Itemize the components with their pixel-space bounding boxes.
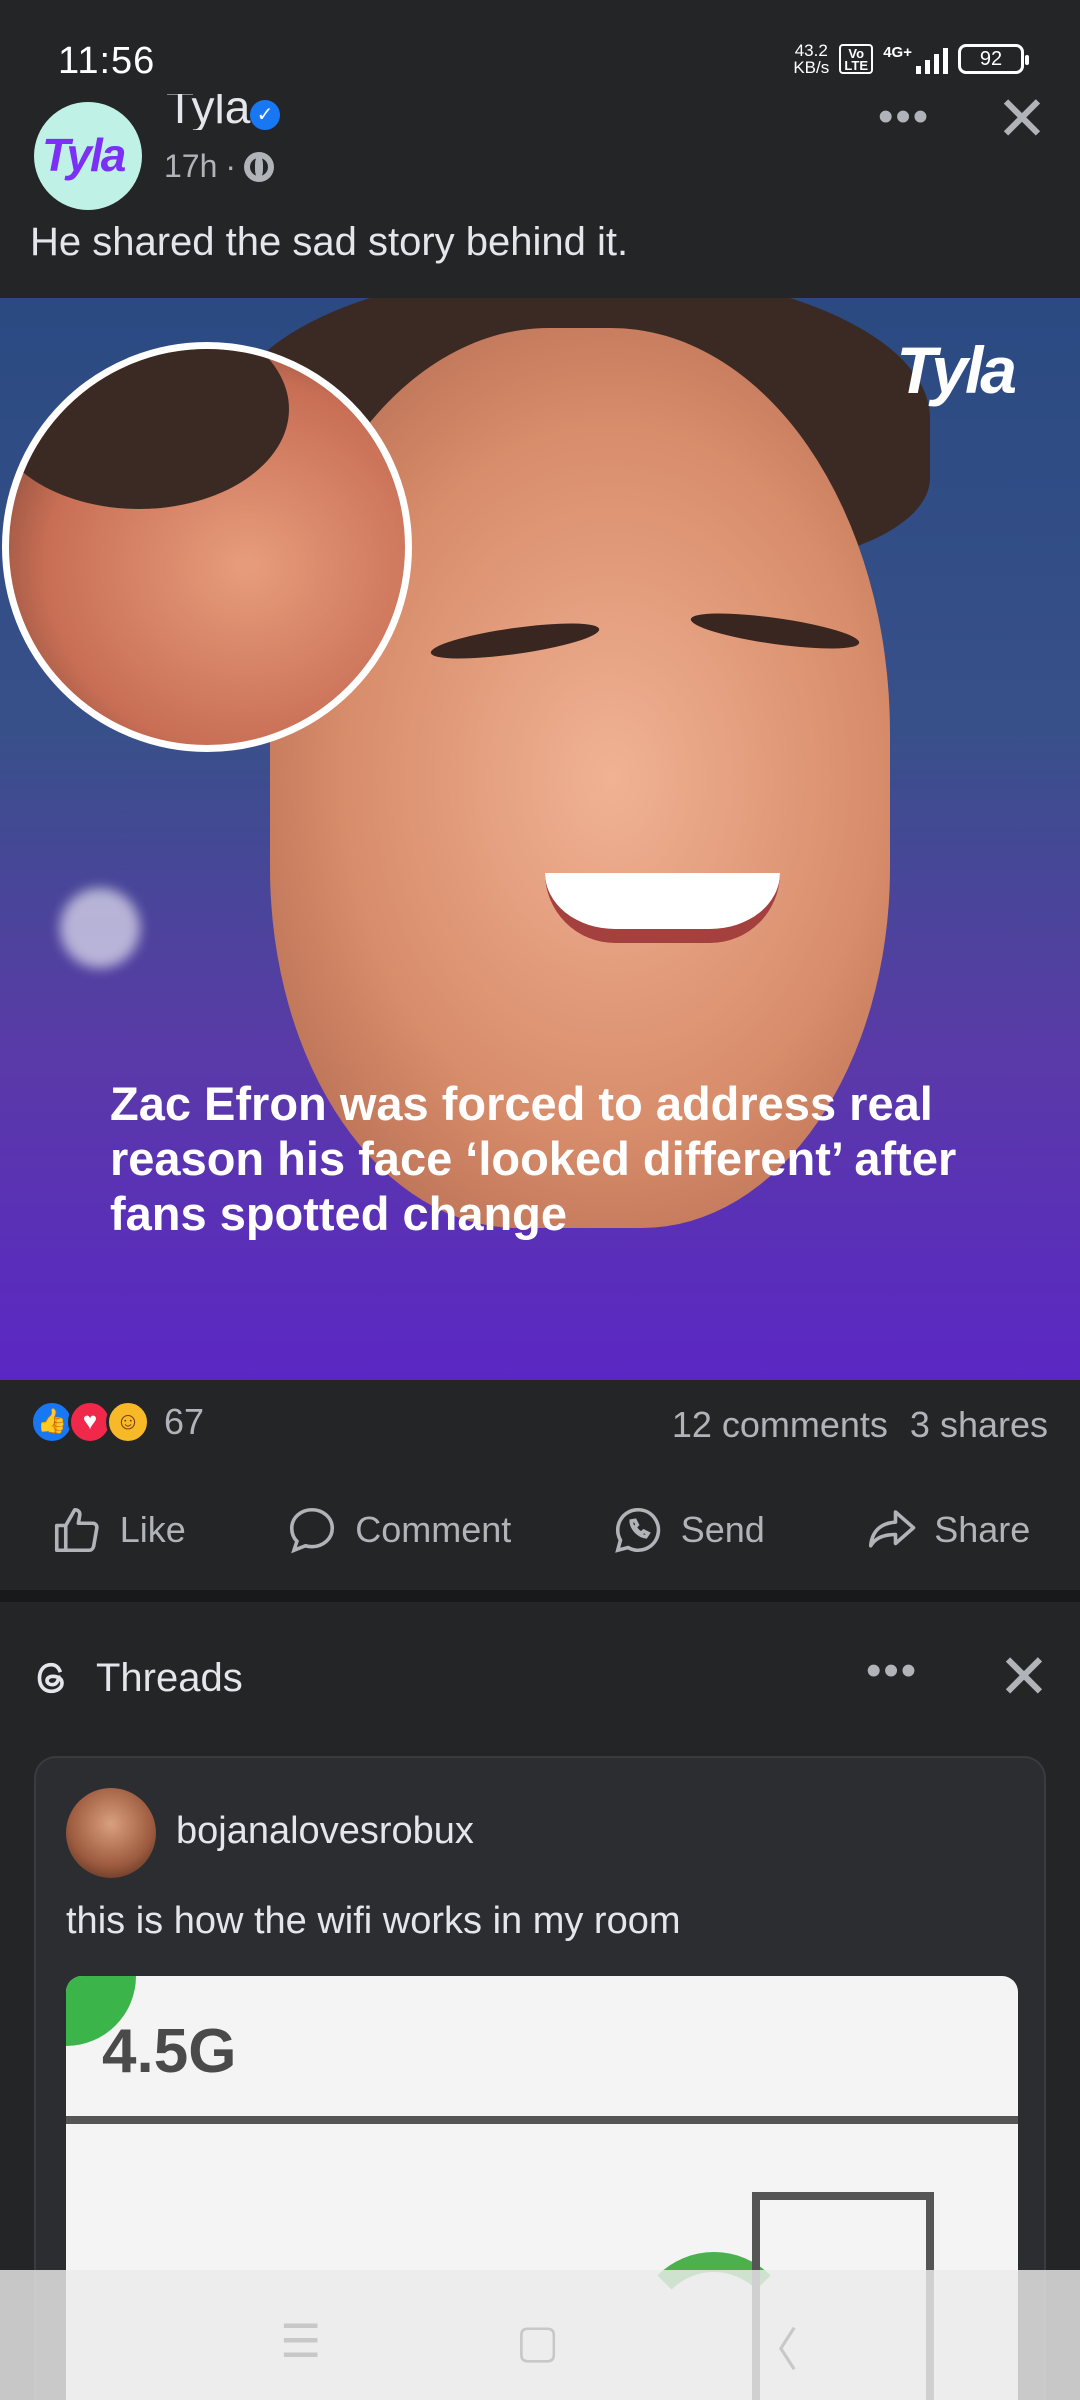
post-time[interactable]: 17h bbox=[164, 148, 217, 185]
post-header: Tyla Tyla ✓ 17h · ••• ✕ bbox=[0, 80, 1080, 210]
shares-count[interactable]: 3 shares bbox=[910, 1404, 1048, 1446]
page-avatar[interactable]: Tyla bbox=[34, 102, 142, 210]
recents-icon[interactable]: ☰ bbox=[280, 2314, 321, 2368]
send-button[interactable]: Send bbox=[611, 1503, 765, 1557]
post-caption: He shared the sad story behind it. bbox=[30, 220, 629, 264]
status-icons: 43.2 KB/s Vo LTE 4G+ 92 bbox=[793, 41, 1029, 77]
thread-user-avatar[interactable] bbox=[66, 1788, 156, 1878]
share-button[interactable]: Share bbox=[864, 1503, 1030, 1557]
thread-text: this is how the wifi works in my room bbox=[66, 1900, 681, 1942]
comments-count[interactable]: 12 comments bbox=[672, 1404, 888, 1446]
care-reaction-icon: ☺ bbox=[106, 1400, 150, 1444]
verified-badge-icon: ✓ bbox=[250, 100, 280, 130]
volte-icon: Vo LTE bbox=[839, 44, 874, 74]
close-icon[interactable]: ✕ bbox=[998, 1640, 1050, 1713]
close-icon[interactable]: ✕ bbox=[996, 82, 1048, 155]
share-arrow-icon bbox=[869, 1510, 916, 1548]
image-smile bbox=[545, 873, 780, 943]
thumbs-up-icon bbox=[54, 1507, 99, 1553]
signal-icon: 4G+ bbox=[883, 44, 948, 74]
status-time: 11:56 bbox=[58, 40, 156, 82]
system-nav-bar: ☰ ▢ 〈 bbox=[0, 2270, 1080, 2400]
threads-logo-icon bbox=[37, 1662, 64, 1694]
section-divider bbox=[0, 1590, 1080, 1602]
image-watermark-logo: Tyla bbox=[896, 333, 1017, 407]
home-icon[interactable]: ▢ bbox=[516, 2314, 559, 2368]
threads-header: Threads ••• ✕ bbox=[0, 1640, 1080, 1720]
reactions-summary[interactable]: 👍 ♥ ☺ 67 bbox=[30, 1400, 204, 1444]
image-headline: Zac Efron was forced to address real rea… bbox=[110, 1077, 957, 1240]
more-options-icon[interactable]: ••• bbox=[878, 92, 930, 142]
background-light bbox=[60, 888, 140, 968]
network-speed: 43.2 KB/s bbox=[793, 41, 830, 77]
post-meta: 17h · bbox=[164, 148, 275, 185]
more-options-icon[interactable]: ••• bbox=[866, 1646, 918, 1696]
threads-title[interactable]: Threads bbox=[96, 1656, 243, 1701]
inset-photo bbox=[2, 342, 412, 752]
comment-icon bbox=[290, 1507, 335, 1554]
thread-username[interactable]: bojanalovesrobux bbox=[176, 1810, 474, 1853]
thread-image-label: 4.5G bbox=[102, 2017, 237, 2086]
post-image[interactable]: Tyla Zac Efron was forced to address rea… bbox=[0, 298, 1080, 1380]
comment-button[interactable]: Comment bbox=[285, 1503, 511, 1557]
like-button[interactable]: Like bbox=[50, 1503, 186, 1557]
post-actions: Like Comment Send Share bbox=[0, 1492, 1080, 1568]
globe-icon bbox=[244, 151, 275, 182]
back-icon[interactable]: 〈 bbox=[752, 2314, 798, 2380]
reaction-count: 67 bbox=[164, 1401, 205, 1442]
whatsapp-icon bbox=[614, 1507, 660, 1553]
battery-icon: 92 bbox=[958, 44, 1029, 74]
engagement-stats: 12 comments 3 shares bbox=[672, 1404, 1048, 1446]
